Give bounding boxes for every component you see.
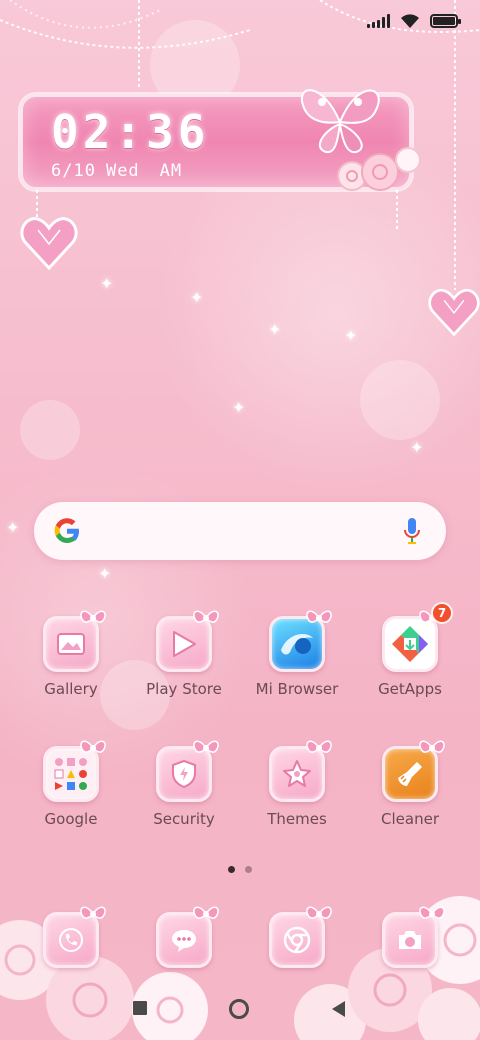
- gallery-icon: [57, 633, 85, 655]
- bow-icon: [306, 906, 332, 919]
- chrome-icon: [283, 926, 311, 954]
- battery-fill: [433, 17, 455, 25]
- sparkle: ✦: [410, 438, 424, 457]
- home-circle-icon[interactable]: [228, 998, 250, 1020]
- icon-tile: [382, 906, 445, 968]
- bow-icon: [306, 740, 332, 753]
- bokeh-light: [360, 360, 440, 440]
- dock-chrome[interactable]: [242, 906, 352, 968]
- bow-icon: [80, 610, 106, 623]
- google-folder-icon: [54, 758, 87, 790]
- bow-icon: [193, 610, 219, 623]
- status-bar: [367, 10, 461, 32]
- clock-time: 02:36: [51, 105, 210, 159]
- app-security[interactable]: Security: [129, 740, 239, 828]
- back-triangle-icon[interactable]: [330, 1000, 346, 1018]
- app-themes[interactable]: Themes: [242, 740, 352, 828]
- google-search-bar[interactable]: [34, 502, 446, 560]
- themes-icon: [283, 760, 311, 787]
- sparkle: ✦: [232, 398, 246, 417]
- icon-tile: [156, 610, 219, 672]
- bow-icon: [193, 906, 219, 919]
- bow-icon: [80, 906, 106, 919]
- dock-phone[interactable]: [16, 906, 126, 968]
- notification-badge: 7: [431, 602, 453, 624]
- icon-tile: [43, 610, 106, 672]
- clock-period: AM: [159, 161, 183, 181]
- sparkle: ✦: [6, 518, 20, 537]
- clock-date-row: 6/10 Wed AM: [51, 161, 182, 181]
- bokeh-light: [20, 400, 80, 460]
- signal-bars-icon: [367, 14, 390, 28]
- bow-icon: [306, 610, 332, 623]
- icon-tile: [156, 740, 219, 802]
- battery-icon: [430, 14, 461, 28]
- app-label: Security: [153, 810, 215, 828]
- dock-messages[interactable]: [129, 906, 239, 968]
- bow-icon: [193, 740, 219, 753]
- sparkle: ✦: [190, 288, 204, 307]
- phone-icon: [59, 928, 83, 952]
- app-label: Play Store: [146, 680, 222, 698]
- clock-weekday: Wed: [105, 161, 140, 181]
- roses-decoration: [337, 147, 421, 191]
- microphone-icon[interactable]: [402, 516, 422, 546]
- icon-tile: [269, 906, 332, 968]
- icon-tile: [382, 610, 445, 672]
- getapps-icon: [392, 626, 428, 662]
- app-label: GetApps: [378, 680, 442, 698]
- app-play-store[interactable]: Play Store: [129, 610, 239, 698]
- wifi-icon: [401, 14, 419, 28]
- heart-pendant-decoration: [428, 288, 480, 337]
- app-label: Google: [44, 810, 98, 828]
- page-indicator: [0, 866, 480, 873]
- icon-tile: [269, 610, 332, 672]
- app-mi-browser[interactable]: Mi Browser: [242, 610, 352, 698]
- icon-tile: [156, 906, 219, 968]
- play-store-icon: [173, 631, 196, 657]
- page-dot[interactable]: [245, 866, 252, 873]
- icon-tile: [43, 906, 106, 968]
- security-icon: [172, 759, 196, 789]
- sparkle: ✦: [268, 320, 282, 339]
- app-label: Gallery: [44, 680, 98, 698]
- sparkle: ✦: [100, 274, 114, 293]
- app-getapps[interactable]: 7 GetApps: [355, 602, 465, 698]
- app-label: Mi Browser: [255, 680, 339, 698]
- heart-pendant-decoration: [20, 217, 78, 271]
- page-dot-active[interactable]: [228, 866, 235, 873]
- sparkle: ✦: [344, 326, 358, 345]
- mi-browser-icon: [281, 634, 313, 655]
- bow-icon: [80, 740, 106, 753]
- app-cleaner[interactable]: Cleaner: [355, 740, 465, 828]
- google-g-icon: [54, 518, 79, 543]
- folder-google[interactable]: Google: [16, 740, 126, 828]
- app-gallery[interactable]: Gallery: [16, 610, 126, 698]
- dock-camera[interactable]: [355, 906, 465, 968]
- messages-icon: [172, 930, 196, 952]
- navigation-bar: [0, 990, 480, 1032]
- clock-date: 6/10: [51, 161, 96, 181]
- sparkle: ✦: [98, 564, 112, 583]
- bow-icon: [419, 740, 445, 753]
- cleaner-icon: [398, 762, 422, 786]
- camera-icon: [399, 931, 421, 949]
- icon-tile: [269, 740, 332, 802]
- icon-tile: [382, 740, 445, 802]
- app-label: Cleaner: [381, 810, 439, 828]
- bow-icon: [419, 906, 445, 919]
- icon-tile: [43, 740, 106, 802]
- app-label: Themes: [267, 810, 327, 828]
- recents-square-icon[interactable]: [132, 1000, 148, 1016]
